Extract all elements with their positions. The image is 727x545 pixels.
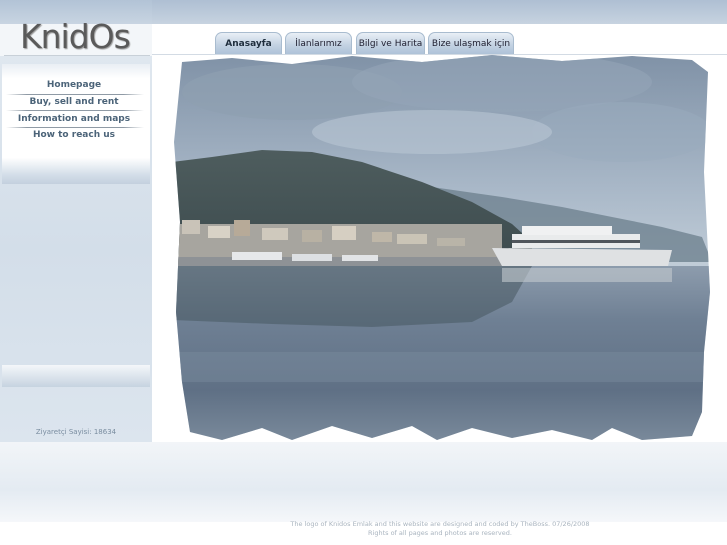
footer-band xyxy=(0,442,727,522)
tab-anasayfa[interactable]: Anasayfa xyxy=(215,32,282,54)
footer-rights: Rights of all pages and photos are reser… xyxy=(368,529,512,537)
menu-divider xyxy=(6,94,144,95)
top-banner-right xyxy=(152,0,727,24)
site-logo[interactable]: KnidOs xyxy=(20,17,131,56)
footer-credit: The logo of Knidos Emlak and this websit… xyxy=(290,520,590,528)
visitor-counter: Ziyaretçi Sayisi: 18634 xyxy=(35,428,117,436)
sidebar-item-how-to-reach[interactable]: How to reach us xyxy=(4,130,144,146)
menu-divider xyxy=(6,110,144,111)
sidebar-band xyxy=(2,365,150,387)
tab-bize-ulasmak[interactable]: Bize ulaşmak için xyxy=(428,32,514,54)
tab-bilgi-ve-harita[interactable]: Bilgi ve Harita xyxy=(356,32,425,54)
menu-divider xyxy=(6,127,144,128)
harbor-photo xyxy=(174,55,710,440)
tab-ilanlarimiz[interactable]: İlanlarımız xyxy=(285,32,352,54)
